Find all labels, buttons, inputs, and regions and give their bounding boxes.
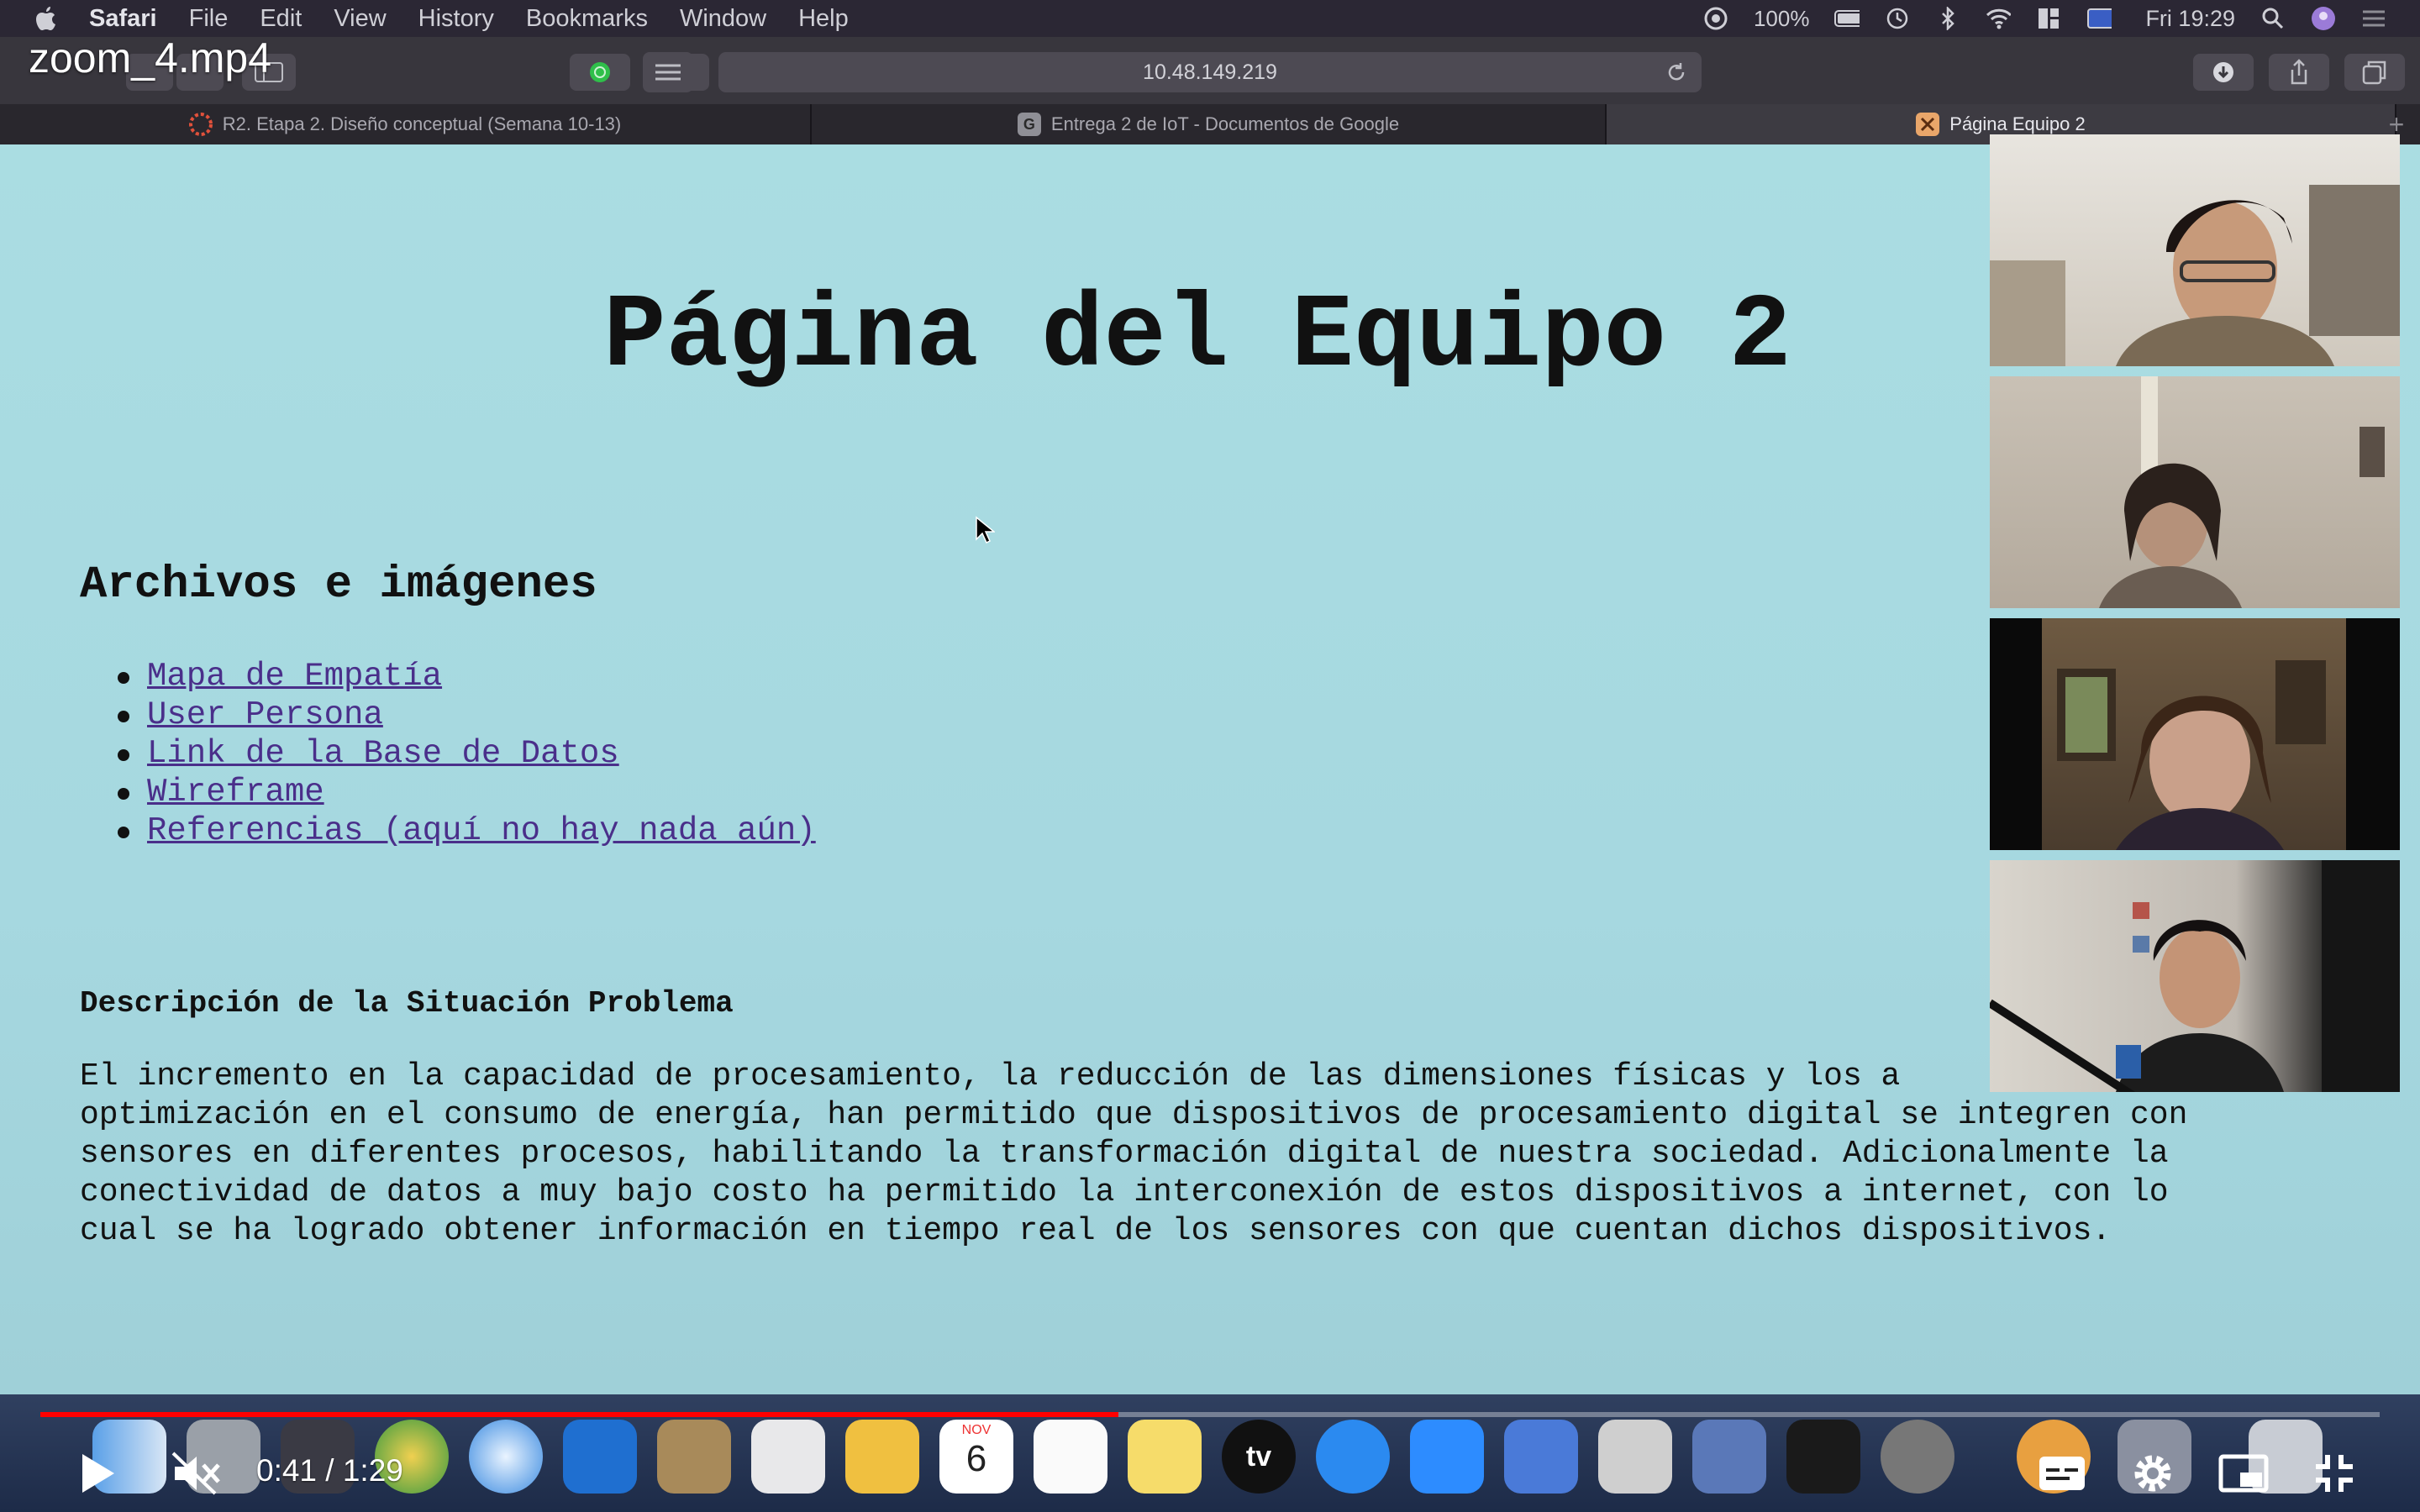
spotlight-icon[interactable] bbox=[2260, 8, 2286, 29]
display-icon[interactable] bbox=[2086, 8, 2112, 29]
menu-file[interactable]: File bbox=[189, 5, 229, 33]
menu-view[interactable]: View bbox=[334, 5, 386, 33]
vpn-icon[interactable] bbox=[1703, 7, 1728, 30]
canvas-icon bbox=[188, 113, 213, 136]
mute-button[interactable] bbox=[168, 1445, 225, 1502]
list-item: Link de la Base de Datos bbox=[118, 734, 816, 773]
tab-canvas[interactable]: R2. Etapa 2. Diseño conceptual (Semana 1… bbox=[0, 104, 812, 144]
play-icon bbox=[82, 1454, 114, 1493]
description-line: cual se ha logrado obtener información e… bbox=[80, 1213, 2112, 1249]
participant-video-2[interactable] bbox=[1990, 376, 2400, 608]
participant-video-4[interactable] bbox=[1990, 860, 2400, 1092]
list-item: Wireframe bbox=[118, 773, 816, 811]
link-wireframe[interactable]: Wireframe bbox=[147, 774, 324, 811]
participant-2-image bbox=[2099, 376, 2385, 608]
apple-icon[interactable] bbox=[34, 4, 59, 33]
tab-label: Entrega 2 de IoT - Documentos de Google bbox=[1050, 113, 1400, 134]
battery-percent: 100% bbox=[1753, 5, 1810, 31]
page-icon bbox=[1916, 113, 1940, 136]
subtitles-button[interactable] bbox=[2033, 1445, 2091, 1502]
menu-app-name[interactable]: Safari bbox=[89, 5, 157, 33]
mouse-cursor-icon bbox=[976, 516, 995, 544]
browser-toolbar: 10.48.149.219 bbox=[0, 37, 2420, 104]
volume-muted-icon bbox=[171, 1452, 220, 1495]
extension-button[interactable] bbox=[570, 54, 630, 91]
miniplayer-icon bbox=[2218, 1454, 2269, 1493]
list-item: User Persona bbox=[118, 696, 816, 734]
list-item: Referencias (aquí no hay nada aún) bbox=[118, 811, 816, 850]
link-user-persona[interactable]: User Persona bbox=[147, 696, 383, 733]
google-docs-icon: G bbox=[1017, 113, 1041, 136]
participant-3-image bbox=[2042, 618, 2346, 850]
tab-google-docs[interactable]: G Entrega 2 de IoT - Documentos de Googl… bbox=[812, 104, 1607, 144]
time-machine-icon[interactable] bbox=[1885, 8, 1910, 29]
exit-fullscreen-icon bbox=[2316, 1455, 2353, 1492]
files-heading: Archivos e imágenes bbox=[80, 559, 597, 611]
subtitles-icon bbox=[2039, 1457, 2085, 1490]
tab-overview-button[interactable] bbox=[2344, 54, 2405, 91]
time-separator: / bbox=[325, 1453, 343, 1488]
participant-1-image bbox=[1990, 185, 2400, 366]
battery-icon[interactable] bbox=[1834, 8, 1860, 29]
link-list: Mapa de Empatía User Persona Link de la … bbox=[118, 657, 816, 850]
current-time: 0:41 bbox=[256, 1453, 318, 1488]
miniplayer-button[interactable] bbox=[2215, 1445, 2272, 1502]
settings-button[interactable] bbox=[2124, 1445, 2181, 1502]
participant-video-1[interactable] bbox=[1990, 134, 2400, 366]
link-mapa-empatia[interactable]: Mapa de Empatía bbox=[147, 658, 442, 695]
menu-bar: Safari File Edit View History Bookmarks … bbox=[0, 0, 2420, 37]
progress-bar[interactable] bbox=[40, 1412, 1118, 1417]
description-line: conectividad de datos a muy bajo costo h… bbox=[80, 1174, 2169, 1210]
reader-view-button[interactable] bbox=[643, 52, 693, 92]
menu-clock[interactable]: Fri 19:29 bbox=[2145, 6, 2235, 32]
description-line: optimización en el consumo de energía, h… bbox=[80, 1097, 2188, 1133]
exit-fullscreen-button[interactable] bbox=[2306, 1445, 2363, 1502]
reload-icon[interactable] bbox=[1665, 60, 1688, 84]
menu-window[interactable]: Window bbox=[680, 5, 766, 33]
time-display: 0:41 / 1:29 bbox=[256, 1453, 403, 1488]
downloads-button[interactable] bbox=[2193, 54, 2254, 91]
video-controls: 0:41 / 1:29 bbox=[0, 1428, 2420, 1512]
url-text[interactable]: 10.48.149.219 bbox=[1143, 60, 1277, 85]
list-item: Mapa de Empatía bbox=[118, 657, 816, 696]
video-title: zoom_4.mp4 bbox=[29, 34, 272, 81]
duration: 1:29 bbox=[342, 1453, 403, 1488]
tab-label: Página Equipo 2 bbox=[1949, 113, 2086, 134]
share-button[interactable] bbox=[2269, 54, 2329, 91]
menu-history[interactable]: History bbox=[418, 5, 494, 33]
description-heading: Descripción de la Situación Problema bbox=[80, 986, 734, 1021]
tab-label: R2. Etapa 2. Diseño conceptual (Semana 1… bbox=[222, 113, 622, 134]
bluetooth-icon[interactable] bbox=[1935, 7, 1960, 30]
menu-help[interactable]: Help bbox=[798, 5, 849, 33]
participant-4-image bbox=[1990, 860, 2400, 1092]
link-referencias[interactable]: Referencias (aquí no hay nada aún) bbox=[147, 812, 816, 849]
link-base-datos[interactable]: Link de la Base de Datos bbox=[147, 735, 619, 772]
notification-center-icon[interactable] bbox=[2361, 8, 2386, 29]
play-button[interactable] bbox=[69, 1445, 126, 1502]
wifi-icon[interactable] bbox=[1986, 8, 2012, 29]
description-line: sensores en diferentes procesos, habilit… bbox=[80, 1136, 2169, 1172]
participant-video-3[interactable] bbox=[1990, 618, 2400, 850]
address-bar[interactable]: 10.48.149.219 bbox=[643, 52, 1702, 92]
gear-icon bbox=[2134, 1455, 2171, 1492]
user-avatar-icon[interactable] bbox=[2311, 7, 2336, 30]
menu-edit[interactable]: Edit bbox=[260, 5, 302, 33]
control-center-icon[interactable] bbox=[2036, 8, 2061, 29]
menu-bookmarks[interactable]: Bookmarks bbox=[526, 5, 648, 33]
